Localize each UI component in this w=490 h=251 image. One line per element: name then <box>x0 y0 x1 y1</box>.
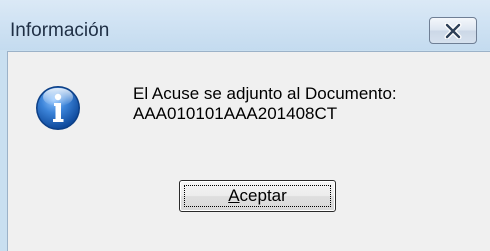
message-line-1: El Acuse se adjunto al Documento: <box>133 84 397 103</box>
title-bar[interactable]: Información <box>0 0 490 50</box>
information-icon <box>36 86 80 130</box>
message-text: El Acuse se adjunto al Documento: AAA010… <box>133 84 397 124</box>
window-title: Información <box>10 20 110 41</box>
accept-button[interactable]: Aceptar <box>179 180 336 212</box>
dialog-content: El Acuse se adjunto al Documento: AAA010… <box>7 51 490 251</box>
close-button[interactable] <box>429 17 477 44</box>
accept-button-focus: Aceptar <box>184 185 331 207</box>
accept-label: ceptar <box>239 186 287 205</box>
close-icon <box>444 22 462 39</box>
accept-mnemonic: A <box>228 186 240 205</box>
message-dialog: Información El Acuse se adjunto al Docum… <box>0 0 490 251</box>
message-line-2: AAA010101AAA201408CT <box>133 104 338 123</box>
